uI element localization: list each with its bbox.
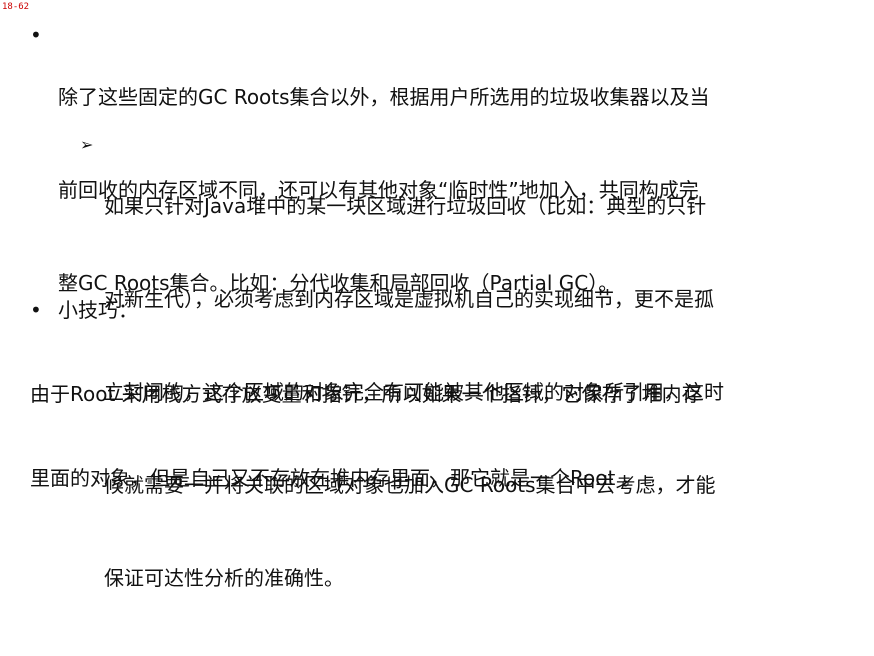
text-line: 如果只针对Java堆中的某一块区域进行垃圾回收（比如：典型的只针 bbox=[104, 194, 707, 218]
text-line: 由于Root 采用栈方式存放变量和指针，所以如果一个指针，它保存了堆内存 bbox=[30, 382, 702, 406]
tip-paragraph: 由于Root 采用栈方式存放变量和指针，所以如果一个指针，它保存了堆内存 里面的… bbox=[30, 324, 850, 520]
text-line: 除了这些固定的GC Roots集合以外，根据用户所选用的垃圾收集器以及当 bbox=[58, 85, 710, 109]
bullet-dot: • bbox=[30, 298, 42, 322]
text-line: 保证可达性分析的准确性。 bbox=[104, 566, 344, 590]
slide-number: 18-62 bbox=[2, 2, 30, 12]
text-line: 里面的对象，但是自己又不存放在堆内存里面，那它就是一个Root 。 bbox=[30, 466, 642, 490]
bullet-tip: • 小技巧： bbox=[30, 295, 830, 326]
tip-title: 小技巧： bbox=[58, 298, 138, 322]
